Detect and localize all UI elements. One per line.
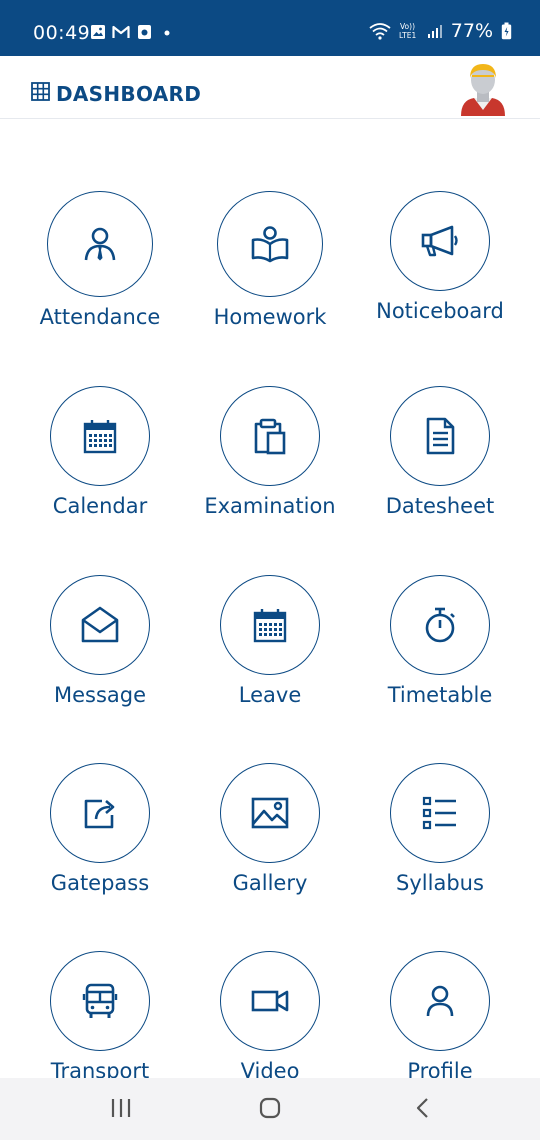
tile-circle (220, 951, 320, 1051)
tile-syllabus[interactable]: Syllabus (355, 763, 525, 895)
tile-profile[interactable]: Profile (355, 951, 525, 1083)
envelope-icon (81, 606, 119, 643)
calendar-icon (253, 609, 287, 643)
tile-circle (50, 386, 150, 486)
tile-label: Syllabus (396, 871, 484, 895)
tile-circle (390, 763, 490, 863)
tile-circle (390, 191, 490, 291)
tile-gallery[interactable]: Gallery (185, 763, 355, 895)
battery-percentage: 77% (450, 20, 493, 42)
calendar-icon (83, 420, 117, 454)
tile-label: Gallery (232, 871, 308, 895)
tile-homework[interactable]: Homework (185, 191, 355, 329)
bus-icon (82, 983, 118, 1018)
tile-circle (390, 951, 490, 1051)
tile-video[interactable]: Video (185, 951, 355, 1083)
image-icon (91, 25, 105, 39)
tile-label: Attendance (39, 305, 161, 329)
signal-icon (427, 25, 442, 38)
status-bar: 00:49 Vo)) LTE1 77% (0, 0, 540, 56)
tile-circle (220, 386, 320, 486)
tile-circle (47, 191, 153, 297)
tile-label: Examination (204, 494, 336, 518)
tile-label: Homework (213, 305, 327, 329)
system-nav-bar (0, 1078, 540, 1140)
gmail-icon (112, 25, 130, 38)
tile-datesheet[interactable]: Datesheet (355, 386, 525, 518)
tile-attendance[interactable]: Attendance (15, 191, 185, 329)
tile-noticeboard[interactable]: Noticeboard (355, 191, 525, 323)
list-icon (422, 796, 456, 830)
tile-label: Calendar (52, 494, 148, 518)
tile-circle (220, 763, 320, 863)
tile-circle (50, 951, 150, 1051)
tile-transport[interactable]: Transport (15, 951, 185, 1083)
tile-timetable[interactable]: Timetable (355, 575, 525, 707)
back-icon[interactable] (411, 1096, 435, 1120)
home-icon[interactable] (258, 1096, 282, 1120)
document-icon (426, 417, 455, 455)
tile-circle (390, 386, 490, 486)
grid-icon (31, 82, 50, 101)
person-tie-icon (84, 227, 116, 261)
tile-label: Gatepass (50, 871, 150, 895)
share-out-icon (84, 799, 115, 829)
tile-circle (390, 575, 490, 675)
tile-label: Timetable (387, 683, 493, 707)
wifi-icon (369, 23, 391, 40)
status-right: Vo)) LTE1 77% (369, 20, 512, 42)
tile-calendar[interactable]: Calendar (15, 386, 185, 518)
dot-icon (164, 30, 170, 36)
image-icon (251, 797, 289, 829)
svg-text:Vo)): Vo)) (400, 22, 415, 31)
tile-examination[interactable]: Examination (185, 386, 355, 518)
tile-leave[interactable]: Leave (185, 575, 355, 707)
tile-label: Datesheet (385, 494, 495, 518)
photo-app-icon (138, 25, 151, 39)
tile-circle (50, 575, 150, 675)
reading-book-icon (251, 226, 289, 263)
svg-text:LTE1: LTE1 (399, 31, 416, 40)
megaphone-icon (421, 225, 458, 257)
recent-apps-icon[interactable] (109, 1096, 133, 1120)
status-time: 00:49 (33, 22, 91, 44)
tile-circle (50, 763, 150, 863)
tile-message[interactable]: Message (15, 575, 185, 707)
tile-gatepass[interactable]: Gatepass (15, 763, 185, 895)
tile-label: Message (53, 683, 147, 707)
tile-label: Leave (238, 683, 302, 707)
video-camera-icon (251, 990, 289, 1012)
tile-circle (220, 575, 320, 675)
page-title: DASHBOARD (56, 82, 202, 106)
volte-icon: Vo)) LTE1 (399, 22, 416, 40)
person-icon (426, 985, 454, 1017)
clipboard-icon (254, 418, 286, 455)
user-avatar[interactable] (460, 60, 506, 116)
app-header: DASHBOARD (0, 56, 540, 119)
tile-label: Noticeboard (376, 299, 504, 323)
battery-icon (501, 22, 512, 40)
stopwatch-icon (425, 607, 455, 643)
tile-circle (217, 191, 323, 297)
